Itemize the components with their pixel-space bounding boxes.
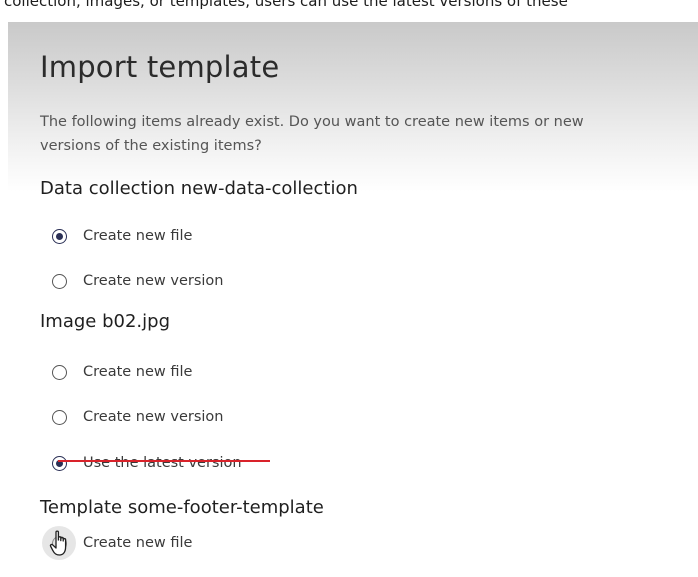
radio-label: Create new version xyxy=(83,273,224,289)
section-heading-template: Template some-footer-template xyxy=(40,497,324,518)
section-heading-data-collection: Data collection new-data-collection xyxy=(40,178,358,199)
radio-option-image-use-latest-version[interactable]: Use the latest version xyxy=(52,450,242,476)
radio-button-checked[interactable] xyxy=(52,455,67,471)
radio-option-data-collection-create-new-version[interactable]: Create new version xyxy=(52,268,223,294)
radio-button-checked[interactable] xyxy=(52,228,67,244)
background-caption: collection, images, or templates, users … xyxy=(4,0,568,10)
dialog-description: The following items already exist. Do yo… xyxy=(40,114,584,154)
annotation-underline xyxy=(58,460,270,462)
radio-option-data-collection-create-new-file[interactable]: Create new file xyxy=(52,223,192,249)
radio-option-image-create-new-file[interactable]: Create new file xyxy=(52,359,192,385)
radio-button[interactable] xyxy=(52,273,67,289)
radio-label: Create new version xyxy=(83,409,224,425)
radio-button[interactable] xyxy=(52,364,67,380)
radio-option-image-create-new-version[interactable]: Create new version xyxy=(52,404,223,430)
hand-pointer-icon xyxy=(49,530,67,556)
radio-label: Create new file xyxy=(83,364,193,380)
radio-label: Create new file xyxy=(83,535,193,551)
background-page-text: collection, images, or templates, users … xyxy=(0,0,698,22)
radio-label: Use the latest version xyxy=(83,455,242,471)
dialog-title: Import template xyxy=(40,50,280,84)
import-template-dialog: Import template The following items alre… xyxy=(8,22,698,577)
radio-button[interactable] xyxy=(52,409,67,425)
section-heading-image: Image b02.jpg xyxy=(40,311,170,332)
radio-label: Create new file xyxy=(83,228,193,244)
